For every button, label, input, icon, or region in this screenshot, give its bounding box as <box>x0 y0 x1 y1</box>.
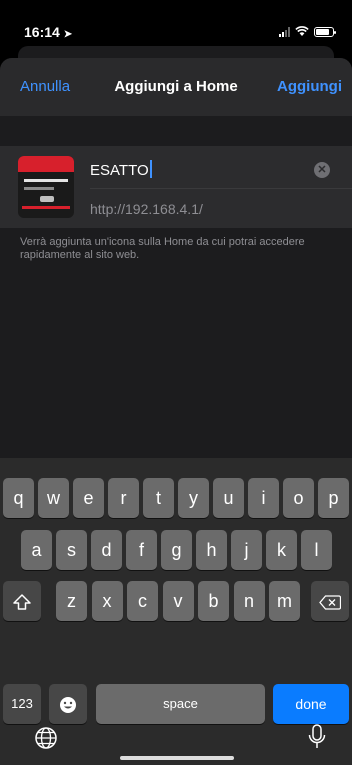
key-z[interactable]: z <box>56 581 87 621</box>
navigation-bar: Annulla Aggiungi a Home Aggiungi <box>0 58 352 116</box>
key-v[interactable]: v <box>162 581 194 621</box>
keyboard: qwertyuiop asdfghjkl zxcvbnm 123 space d… <box>0 458 352 765</box>
key-l[interactable]: l <box>301 530 332 570</box>
battery-fill <box>316 28 329 35</box>
key-q[interactable]: q <box>3 478 34 518</box>
numbers-key[interactable]: 123 <box>3 684 41 724</box>
status-indicators <box>279 26 336 37</box>
backspace-key[interactable] <box>311 581 349 621</box>
key-y[interactable]: y <box>178 478 209 518</box>
key-e[interactable]: e <box>73 478 104 518</box>
status-time: 16:14 ➤ <box>24 24 72 40</box>
field-divider <box>90 188 352 189</box>
key-s[interactable]: s <box>56 530 87 570</box>
name-field[interactable]: ESATTO <box>90 160 152 179</box>
key-a[interactable]: a <box>21 530 52 570</box>
url-label: http://192.168.4.1/ <box>90 201 203 217</box>
status-time-text: 16:14 <box>24 24 60 40</box>
key-b[interactable]: b <box>198 581 229 621</box>
bookmark-card: ESATTO ✕ http://192.168.4.1/ <box>0 146 352 228</box>
home-indicator <box>120 756 234 760</box>
site-thumbnail <box>18 156 74 218</box>
key-d[interactable]: d <box>91 530 122 570</box>
globe-icon[interactable] <box>34 726 58 750</box>
key-n[interactable]: n <box>233 581 265 621</box>
key-f[interactable]: f <box>126 530 157 570</box>
emoji-icon <box>60 697 76 714</box>
key-u[interactable]: u <box>213 478 244 518</box>
key-w[interactable]: w <box>38 478 69 518</box>
key-t[interactable]: t <box>143 478 174 518</box>
location-arrow-icon: ➤ <box>63 29 73 40</box>
space-key[interactable]: space <box>96 684 265 724</box>
battery-icon <box>314 26 336 37</box>
key-c[interactable]: c <box>127 581 158 621</box>
key-g[interactable]: g <box>161 530 192 570</box>
text-cursor <box>149 160 152 178</box>
name-field-value: ESATTO <box>90 162 149 179</box>
shift-icon <box>13 594 31 610</box>
add-to-home-sheet: Annulla Aggiungi a Home Aggiungi ESATTO … <box>0 58 352 458</box>
key-k[interactable]: k <box>266 530 297 570</box>
signal-icon <box>279 26 290 37</box>
key-o[interactable]: o <box>283 478 314 518</box>
backspace-icon <box>319 595 342 610</box>
key-r[interactable]: r <box>108 478 139 518</box>
status-bar: 16:14 ➤ <box>0 0 352 52</box>
clear-icon[interactable]: ✕ <box>314 162 330 178</box>
wifi-icon <box>295 26 309 36</box>
key-h[interactable]: h <box>196 530 227 570</box>
key-j[interactable]: j <box>231 530 262 570</box>
shift-key[interactable] <box>3 581 41 621</box>
add-button[interactable]: Aggiungi <box>277 78 342 95</box>
key-x[interactable]: x <box>91 581 123 621</box>
key-i[interactable]: i <box>248 478 279 518</box>
emoji-key[interactable] <box>49 684 87 724</box>
done-key[interactable]: done <box>273 684 349 724</box>
key-p[interactable]: p <box>318 478 349 518</box>
description-text: Verrà aggiunta un'icona sulla Home da cu… <box>20 236 305 261</box>
mic-icon[interactable] <box>308 724 326 750</box>
key-m[interactable]: m <box>269 581 300 621</box>
